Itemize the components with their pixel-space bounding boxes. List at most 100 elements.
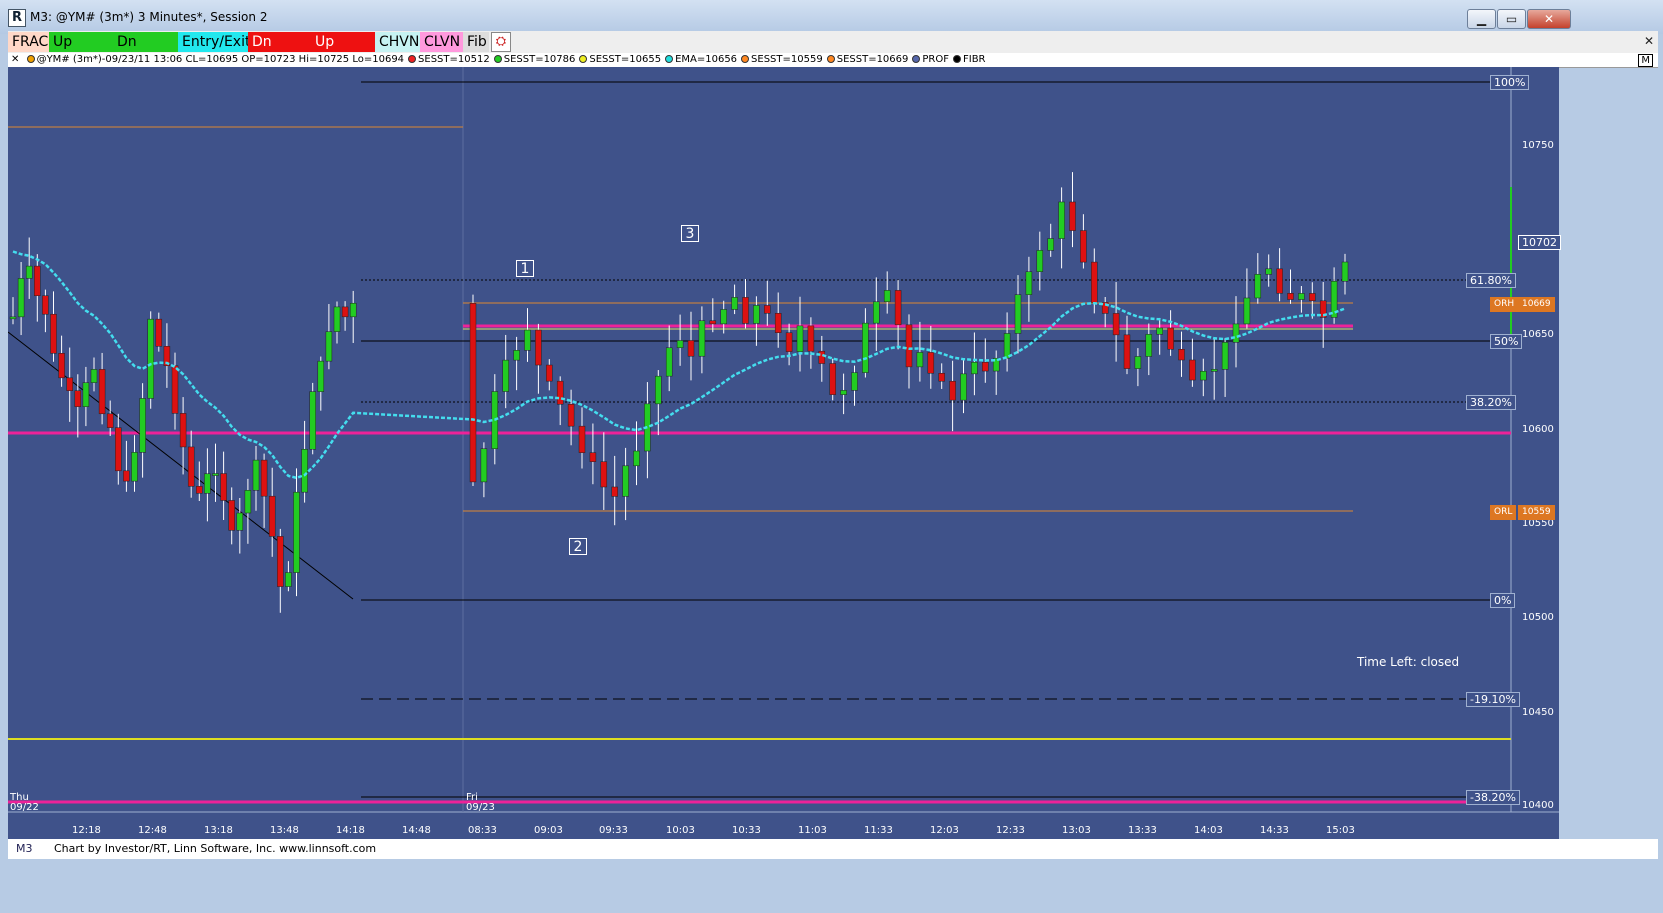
- candle-body: [252, 459, 260, 491]
- candle-body: [731, 297, 738, 310]
- legend-item[interactable]: PROF: [912, 53, 951, 67]
- date-label: 09/23: [466, 802, 495, 813]
- time-axis-label: 09:33: [599, 825, 628, 836]
- legend-item[interactable]: SESST=10559: [741, 53, 825, 67]
- candle-body: [90, 369, 98, 383]
- candle-body: [285, 572, 292, 587]
- legend-m-box[interactable]: M: [1638, 54, 1653, 67]
- legend-item[interactable]: SESST=10786: [493, 53, 578, 67]
- candle-body: [220, 473, 227, 501]
- legend-dot-icon: [579, 55, 588, 63]
- wave-count-label: 2: [569, 538, 587, 555]
- time-axis-label: 12:18: [72, 825, 101, 836]
- toolbar-button-chvn[interactable]: CHVN: [375, 32, 420, 52]
- legend-item[interactable]: SESST=10512: [408, 53, 492, 67]
- candle-body: [123, 470, 130, 482]
- time-axis-label: 15:03: [1326, 825, 1355, 836]
- toolbar-button-entry-exit[interactable]: Entry/Exit: [178, 32, 250, 52]
- candle-body: [1265, 268, 1272, 275]
- candle-body: [524, 329, 531, 351]
- candle-body: [268, 495, 276, 537]
- candle-body: [50, 313, 57, 354]
- time-axis-label: 10:33: [732, 825, 761, 836]
- minimize-button[interactable]: ▁: [1467, 9, 1496, 29]
- candle-body: [236, 512, 244, 531]
- legend-bar: ✕ @YM# (3m*)-09/23/11 13:06 CL=10695 OP=…: [8, 53, 1658, 68]
- price-axis-label: 10650: [1522, 329, 1554, 340]
- toolbar-button-clvn[interactable]: CLVN: [420, 32, 463, 52]
- time-axis-label: 14:18: [336, 825, 365, 836]
- chart-background: [8, 67, 1559, 839]
- orl-value: 10559: [1518, 505, 1555, 520]
- time-axis-label: 11:33: [864, 825, 893, 836]
- candle-body: [829, 363, 836, 395]
- time-left-text: Time Left: closed: [1357, 655, 1460, 669]
- window-title: M3: @YM# (3m*) 3 Minutes*, Session 2: [30, 10, 268, 24]
- time-axis-label: 12:33: [996, 825, 1025, 836]
- candle-body: [1025, 271, 1033, 295]
- toolbar-button-dn-arrow[interactable]: Dn Arrow: [113, 32, 178, 70]
- candle-body: [905, 324, 913, 368]
- time-axis-label: 10:03: [666, 825, 695, 836]
- orh-tag: ORH: [1490, 297, 1519, 312]
- legend-item[interactable]: EMA=10656: [665, 53, 739, 67]
- credit-text: Chart by Investor/RT, Linn Software, Inc…: [54, 842, 377, 855]
- candle-body: [147, 318, 154, 399]
- maximize-button[interactable]: ▭: [1497, 9, 1526, 29]
- legend-close-icon[interactable]: ✕: [11, 53, 19, 67]
- wave-count-label: 1: [516, 260, 534, 277]
- candle-body: [1058, 201, 1065, 239]
- close-button[interactable]: ✕: [1527, 9, 1571, 29]
- candle-body: [1200, 370, 1207, 381]
- candle-body: [1036, 250, 1044, 272]
- candle-body: [840, 390, 847, 395]
- candle-body: [742, 297, 749, 324]
- toolbar-button-dn-arrow[interactable]: Dn Arrow: [248, 32, 311, 70]
- candle-body: [317, 360, 325, 392]
- legend-item[interactable]: SESST=10669: [826, 53, 911, 67]
- candle-body: [309, 391, 316, 450]
- candle-body: [916, 352, 924, 368]
- candle-body: [1298, 293, 1305, 300]
- time-axis-label: 13:18: [204, 825, 233, 836]
- toolbar-button-fib[interactable]: Fib: [463, 32, 489, 52]
- settings-icon[interactable]: ⛭: [491, 32, 511, 52]
- legend-item[interactable]: SESST=10655: [579, 53, 663, 67]
- candle-body: [34, 265, 41, 297]
- candle-body: [1287, 293, 1294, 300]
- candle-body: [1341, 261, 1349, 282]
- candle-body: [1014, 294, 1022, 334]
- time-axis-label: 11:03: [798, 825, 827, 836]
- app-icon: R: [8, 9, 26, 27]
- candle-body: [1221, 342, 1229, 370]
- price-axis-label: 10500: [1522, 612, 1554, 623]
- candle-body: [1003, 333, 1011, 359]
- candle-body: [9, 316, 17, 320]
- toolbar: FRACUp ArrowDn ArrowEntry/ExitDn ArrowUp…: [8, 31, 1658, 70]
- candle-body: [480, 448, 488, 483]
- candle-body: [66, 377, 73, 391]
- toolbar-button-up-arrow[interactable]: Up Arrow: [49, 32, 113, 70]
- candle-body: [1254, 274, 1262, 299]
- time-axis-label: 09:03: [534, 825, 563, 836]
- toolbar-button-frac[interactable]: FRAC: [8, 32, 49, 52]
- legend-item[interactable]: @YM# (3m*)-09/23/11 13:06 CL=10695 OP=10…: [26, 53, 406, 67]
- candle-body: [546, 364, 553, 382]
- candle-body: [1091, 261, 1098, 303]
- candle-body: [187, 446, 195, 487]
- toolbar-button-up-arrow[interactable]: Up Arrow: [311, 32, 375, 70]
- legend-dot-icon: [26, 55, 35, 63]
- candle-body: [807, 325, 815, 352]
- fib-label: -19.10%: [1466, 692, 1520, 707]
- toolbar-close-icon[interactable]: ✕: [1644, 34, 1654, 48]
- legend-item[interactable]: FIBR: [953, 53, 988, 67]
- title-bar[interactable]: R M3: @YM# (3m*) 3 Minutes*, Session 2 ▁…: [0, 0, 1663, 34]
- time-axis-label: 13:48: [270, 825, 299, 836]
- candle-body: [74, 390, 82, 407]
- price-chart[interactable]: [8, 67, 1559, 839]
- candle-body: [131, 452, 138, 482]
- candle-body: [796, 325, 804, 352]
- fib-label: 61.80%: [1466, 273, 1516, 288]
- candle-body: [633, 450, 640, 467]
- chart-tab[interactable]: M3: [16, 842, 33, 855]
